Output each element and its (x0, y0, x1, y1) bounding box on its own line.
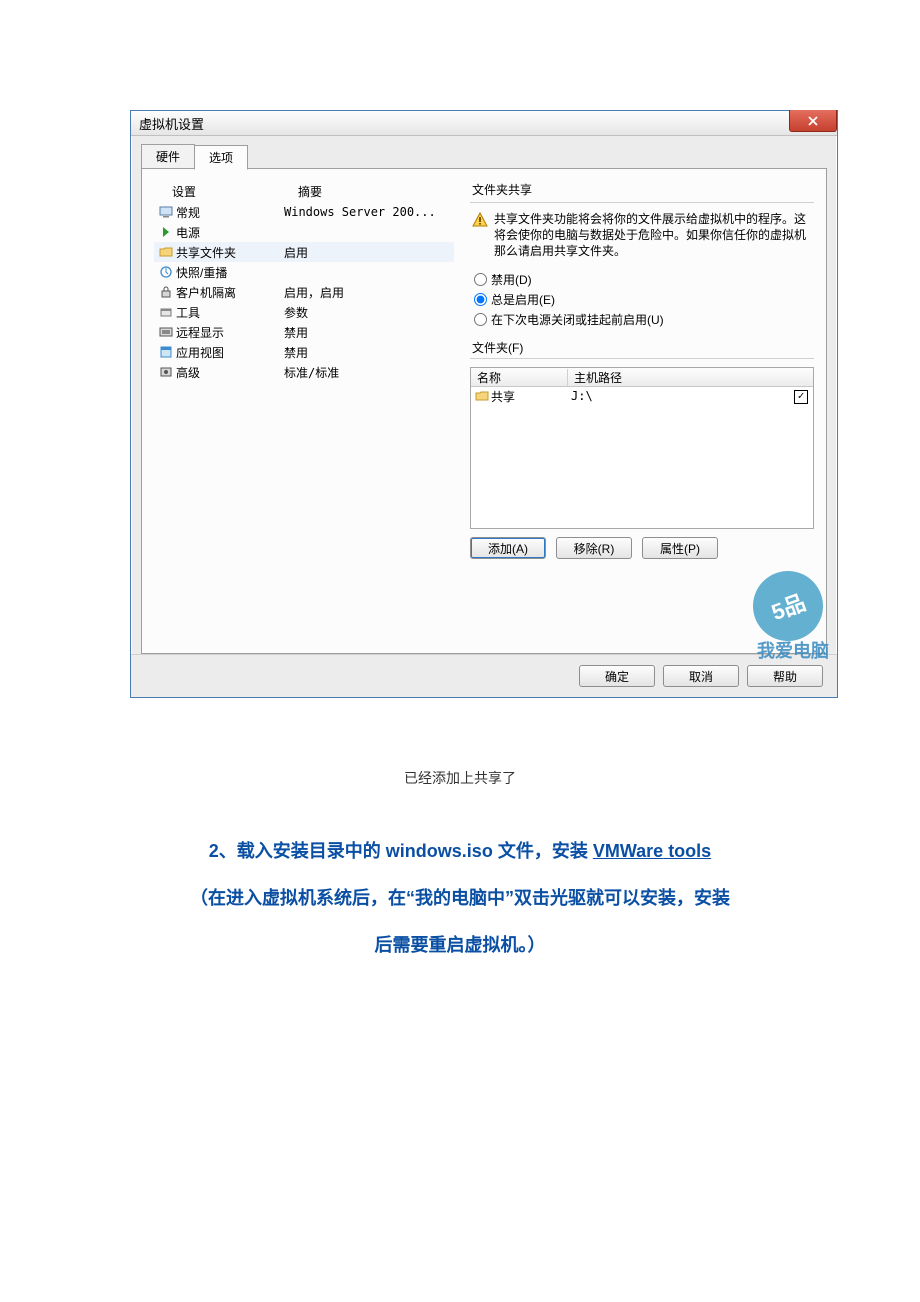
cancel-button[interactable]: 取消 (663, 665, 739, 687)
instr-line3: 后需要重启虚拟机。） (134, 922, 786, 969)
settings-row-snapshot[interactable]: 快照/重播 (154, 262, 454, 282)
settings-row-guest-isolation[interactable]: 客户机隔离 启用，启用 (154, 282, 454, 302)
instr-line1-prefix: 2、载入安装目录中的 windows.iso 文件，安装 (209, 841, 593, 861)
col-name-header[interactable]: 名称 (471, 369, 568, 386)
settings-row-advanced[interactable]: 高级 标准/标准 (154, 362, 454, 382)
instructions: 2、载入安装目录中的 windows.iso 文件，安装 VMWare tool… (130, 828, 790, 968)
folders-label: 文件夹(F) (470, 329, 814, 360)
folder-buttons: 添加(A) 移除(R) 属性(P) (470, 537, 814, 559)
settings-list-panel: 设置 摘要 常规 Windows Server 200... 电源 (154, 181, 454, 641)
dialog-buttons: 确定 取消 帮助 (131, 654, 837, 697)
settings-header: 设置 摘要 (154, 181, 454, 202)
tools-link[interactable]: tools (663, 841, 711, 861)
folders-table-row[interactable]: 共享 J:\ ✓ (471, 387, 813, 405)
radio-disable-input[interactable] (474, 273, 487, 286)
col-summary: 摘要 (298, 183, 450, 200)
close-button[interactable] (789, 110, 837, 132)
lock-icon (158, 284, 174, 300)
col-path-header[interactable]: 主机路径 (568, 369, 813, 386)
folder-path: J:\ (565, 389, 789, 403)
settings-row-power[interactable]: 电源 (154, 222, 454, 242)
ok-button[interactable]: 确定 (579, 665, 655, 687)
radio-until-input[interactable] (474, 313, 487, 326)
settings-row-app-view[interactable]: 应用视图 禁用 (154, 342, 454, 362)
properties-button[interactable]: 属性(P) (642, 537, 718, 559)
dialog-title: 虚拟机设置 (139, 114, 204, 133)
add-button[interactable]: 添加(A) (470, 537, 546, 559)
power-icon (158, 224, 174, 240)
tab-panel: 设置 摘要 常规 Windows Server 200... 电源 (141, 168, 827, 654)
folder-name: 共享 (491, 388, 515, 405)
monitor-icon (158, 204, 174, 220)
settings-row-general[interactable]: 常规 Windows Server 200... (154, 202, 454, 222)
warning-text: 共享文件夹功能将会将你的文件展示给虚拟机中的程序。这将会使你的电脑与数据处于危险… (494, 211, 812, 259)
tabstrip: 硬件 选项 (141, 144, 827, 169)
folder-icon (158, 244, 174, 260)
radio-until-poweroff[interactable]: 在下次电源关闭或挂起前启用(U) (474, 309, 814, 329)
folder-icon (475, 390, 489, 402)
tools-icon (158, 304, 174, 320)
help-button[interactable]: 帮助 (747, 665, 823, 687)
remote-icon (158, 324, 174, 340)
vmware-link[interactable]: VMWare (593, 841, 663, 861)
remove-button[interactable]: 移除(R) (556, 537, 632, 559)
tab-hardware[interactable]: 硬件 (141, 144, 195, 169)
radio-group-sharing: 禁用(D) 总是启用(E) 在下次电源关闭或挂起前启用(U) (470, 269, 814, 329)
settings-list: 常规 Windows Server 200... 电源 共享文件夹 启用 (154, 202, 454, 382)
advanced-icon (158, 364, 174, 380)
radio-always-input[interactable] (474, 293, 487, 306)
figure-caption: 已经添加上共享了 (130, 768, 790, 788)
folders-table-header: 名称 主机路径 (471, 368, 813, 387)
vm-settings-dialog: 虚拟机设置 硬件 选项 设置 摘要 (130, 110, 838, 698)
radio-always[interactable]: 总是启用(E) (474, 289, 814, 309)
settings-row-shared-folders[interactable]: 共享文件夹 启用 (154, 242, 454, 262)
radio-disable[interactable]: 禁用(D) (474, 269, 814, 289)
col-setting: 设置 (158, 183, 298, 200)
warning-icon (472, 212, 488, 228)
tab-options[interactable]: 选项 (194, 145, 248, 170)
snapshot-icon (158, 264, 174, 280)
settings-row-remote-display[interactable]: 远程显示 禁用 (154, 322, 454, 342)
titlebar: 虚拟机设置 (131, 111, 837, 136)
instr-line2: （在进入虚拟机系统后，在“我的电脑中”双击光驱就可以安装，安装 (134, 875, 786, 922)
folder-enabled-checkbox[interactable]: ✓ (794, 390, 808, 404)
warning-row: 共享文件夹功能将会将你的文件展示给虚拟机中的程序。这将会使你的电脑与数据处于危险… (470, 211, 814, 259)
appview-icon (158, 344, 174, 360)
close-icon (808, 116, 818, 126)
folder-sharing-panel: 文件夹共享 共享文件夹功能将会将你的文件展示给虚拟机中的程序。这将会使你的电脑与… (470, 181, 814, 641)
group-folder-sharing-title: 文件夹共享 (470, 181, 814, 204)
folders-table[interactable]: 名称 主机路径 共享 J:\ ✓ (470, 367, 814, 529)
settings-row-tools[interactable]: 工具 参数 (154, 302, 454, 322)
